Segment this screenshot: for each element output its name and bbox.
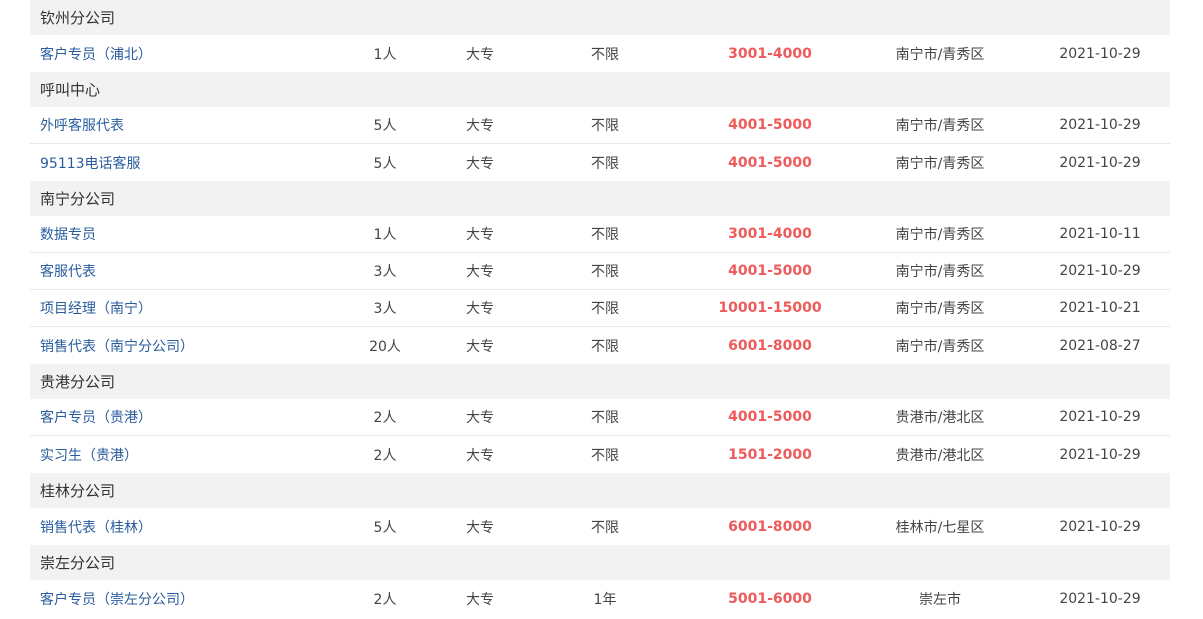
post-date: 2021-10-29 — [1059, 45, 1141, 62]
salary-range: 3001-4000 — [728, 45, 812, 62]
job-row[interactable]: 客服代表 3人 大专 不限 4001-5000 南宁市/青秀区 2021-10-29 — [30, 253, 1170, 290]
experience-requirement: 不限 — [591, 46, 619, 63]
salary-range: 3001-4000 — [728, 226, 812, 242]
experience-requirement: 1年 — [593, 591, 617, 608]
department-header: 贵港分公司 — [30, 364, 1170, 399]
salary-range: 4001-5000 — [728, 263, 812, 279]
headcount: 2人 — [373, 591, 397, 608]
experience-requirement: 不限 — [591, 410, 619, 426]
post-date: 2021-10-29 — [1059, 263, 1141, 279]
experience-requirement: 不限 — [591, 155, 619, 172]
post-date: 2021-10-29 — [1059, 590, 1141, 607]
post-date: 2021-10-29 — [1059, 154, 1141, 171]
headcount: 1人 — [373, 227, 397, 243]
education-requirement: 大专 — [466, 338, 494, 355]
experience-requirement: 不限 — [591, 227, 619, 243]
department-header: 钦州分公司 — [30, 0, 1170, 35]
department-header: 崇左分公司 — [30, 545, 1170, 580]
salary-range: 4001-5000 — [728, 154, 812, 171]
post-date: 2021-10-29 — [1059, 117, 1141, 133]
job-row[interactable]: 外呼客服代表 5人 大专 不限 4001-5000 南宁市/青秀区 2021-10-29 — [30, 107, 1170, 144]
experience-requirement: 不限 — [591, 447, 619, 464]
job-title-link[interactable]: 客户专员（浦北） — [30, 44, 330, 64]
job-title-link[interactable]: 数据专员 — [30, 224, 330, 244]
work-location: 南宁市/青秀区 — [895, 338, 985, 355]
work-location: 南宁市/青秀区 — [895, 227, 985, 243]
experience-requirement: 不限 — [591, 301, 619, 317]
headcount: 2人 — [373, 410, 397, 426]
salary-range: 6001-8000 — [728, 518, 812, 535]
job-listing-body: 钦州分公司 客户专员（浦北） 1人 大专 不限 3001-4000 南宁市/青秀区 2021-… — [30, 0, 1170, 617]
experience-requirement: 不限 — [591, 118, 619, 134]
job-row[interactable]: 销售代表（桂林） 5人 大专 不限 6001-8000 桂林市/七星区 2021-10-29 — [30, 508, 1170, 545]
education-requirement: 大专 — [466, 410, 494, 426]
work-location: 桂林市/七星区 — [895, 519, 985, 536]
salary-range: 6001-8000 — [728, 337, 812, 354]
department-header: 呼叫中心 — [30, 72, 1170, 107]
job-title-link[interactable]: 95113电话客服 — [30, 153, 330, 173]
experience-requirement: 不限 — [591, 338, 619, 355]
headcount: 2人 — [373, 447, 397, 464]
education-requirement: 大专 — [466, 118, 494, 134]
headcount: 3人 — [373, 264, 397, 280]
headcount: 5人 — [373, 519, 397, 536]
work-location: 崇左市 — [919, 591, 961, 608]
work-location: 南宁市/青秀区 — [895, 264, 985, 280]
job-title-link[interactable]: 外呼客服代表 — [30, 115, 330, 135]
work-location: 贵港市/港北区 — [895, 447, 985, 464]
education-requirement: 大专 — [466, 227, 494, 243]
salary-range: 5001-6000 — [728, 590, 812, 607]
job-listing-table: 钦州分公司 客户专员（浦北） 1人 大专 不限 3001-4000 南宁市/青秀区 2021-… — [30, 0, 1170, 617]
work-location: 贵港市/港北区 — [895, 410, 985, 426]
work-location: 南宁市/青秀区 — [895, 118, 985, 134]
job-title-link[interactable]: 客服代表 — [30, 261, 330, 281]
job-row[interactable]: 客户专员（崇左分公司） 2人 大专 1年 5001-6000 崇左市 2021-10-29 — [30, 580, 1170, 617]
education-requirement: 大专 — [466, 519, 494, 536]
post-date: 2021-10-21 — [1059, 300, 1141, 316]
education-requirement: 大专 — [466, 155, 494, 172]
headcount: 3人 — [373, 301, 397, 317]
education-requirement: 大专 — [466, 591, 494, 608]
headcount: 5人 — [373, 118, 397, 134]
job-row[interactable]: 项目经理（南宁） 3人 大专 不限 10001-15000 南宁市/青秀区 2021-10-… — [30, 290, 1170, 327]
department-header: 桂林分公司 — [30, 473, 1170, 508]
job-row[interactable]: 实习生（贵港） 2人 大专 不限 1501-2000 贵港市/港北区 2021-10-29 — [30, 436, 1170, 473]
education-requirement: 大专 — [466, 46, 494, 63]
job-title-link[interactable]: 实习生（贵港） — [30, 445, 330, 465]
job-title-link[interactable]: 客户专员（崇左分公司） — [30, 589, 330, 609]
education-requirement: 大专 — [466, 447, 494, 464]
headcount: 20人 — [369, 338, 401, 355]
salary-range: 4001-5000 — [728, 117, 812, 133]
education-requirement: 大专 — [466, 301, 494, 317]
salary-range: 4001-5000 — [728, 409, 812, 425]
headcount: 1人 — [373, 46, 397, 63]
experience-requirement: 不限 — [591, 519, 619, 536]
job-row[interactable]: 客户专员（贵港） 2人 大专 不限 4001-5000 贵港市/港北区 2021-10-29 — [30, 399, 1170, 436]
job-title-link[interactable]: 销售代表（桂林） — [30, 517, 330, 537]
experience-requirement: 不限 — [591, 264, 619, 280]
job-row[interactable]: 销售代表（南宁分公司） 20人 大专 不限 6001-8000 南宁市/青秀区 2021-0… — [30, 327, 1170, 364]
job-title-link[interactable]: 客户专员（贵港） — [30, 407, 330, 427]
salary-range: 1501-2000 — [728, 446, 812, 463]
work-location: 南宁市/青秀区 — [895, 301, 985, 317]
work-location: 南宁市/青秀区 — [895, 155, 985, 172]
job-row[interactable]: 数据专员 1人 大专 不限 3001-4000 南宁市/青秀区 2021-10-11 — [30, 216, 1170, 253]
job-row[interactable]: 95113电话客服 5人 大专 不限 4001-5000 南宁市/青秀区 2021-10-2… — [30, 144, 1170, 181]
post-date: 2021-10-29 — [1059, 409, 1141, 425]
post-date: 2021-10-29 — [1059, 446, 1141, 463]
post-date: 2021-10-11 — [1059, 226, 1141, 242]
job-title-link[interactable]: 项目经理（南宁） — [30, 298, 330, 318]
job-row[interactable]: 客户专员（浦北） 1人 大专 不限 3001-4000 南宁市/青秀区 2021-10-29 — [30, 35, 1170, 72]
work-location: 南宁市/青秀区 — [895, 46, 985, 63]
post-date: 2021-08-27 — [1059, 337, 1141, 354]
education-requirement: 大专 — [466, 264, 494, 280]
headcount: 5人 — [373, 155, 397, 172]
job-title-link[interactable]: 销售代表（南宁分公司） — [30, 336, 330, 356]
salary-range: 10001-15000 — [718, 300, 822, 316]
post-date: 2021-10-29 — [1059, 518, 1141, 535]
department-header: 南宁分公司 — [30, 181, 1170, 216]
